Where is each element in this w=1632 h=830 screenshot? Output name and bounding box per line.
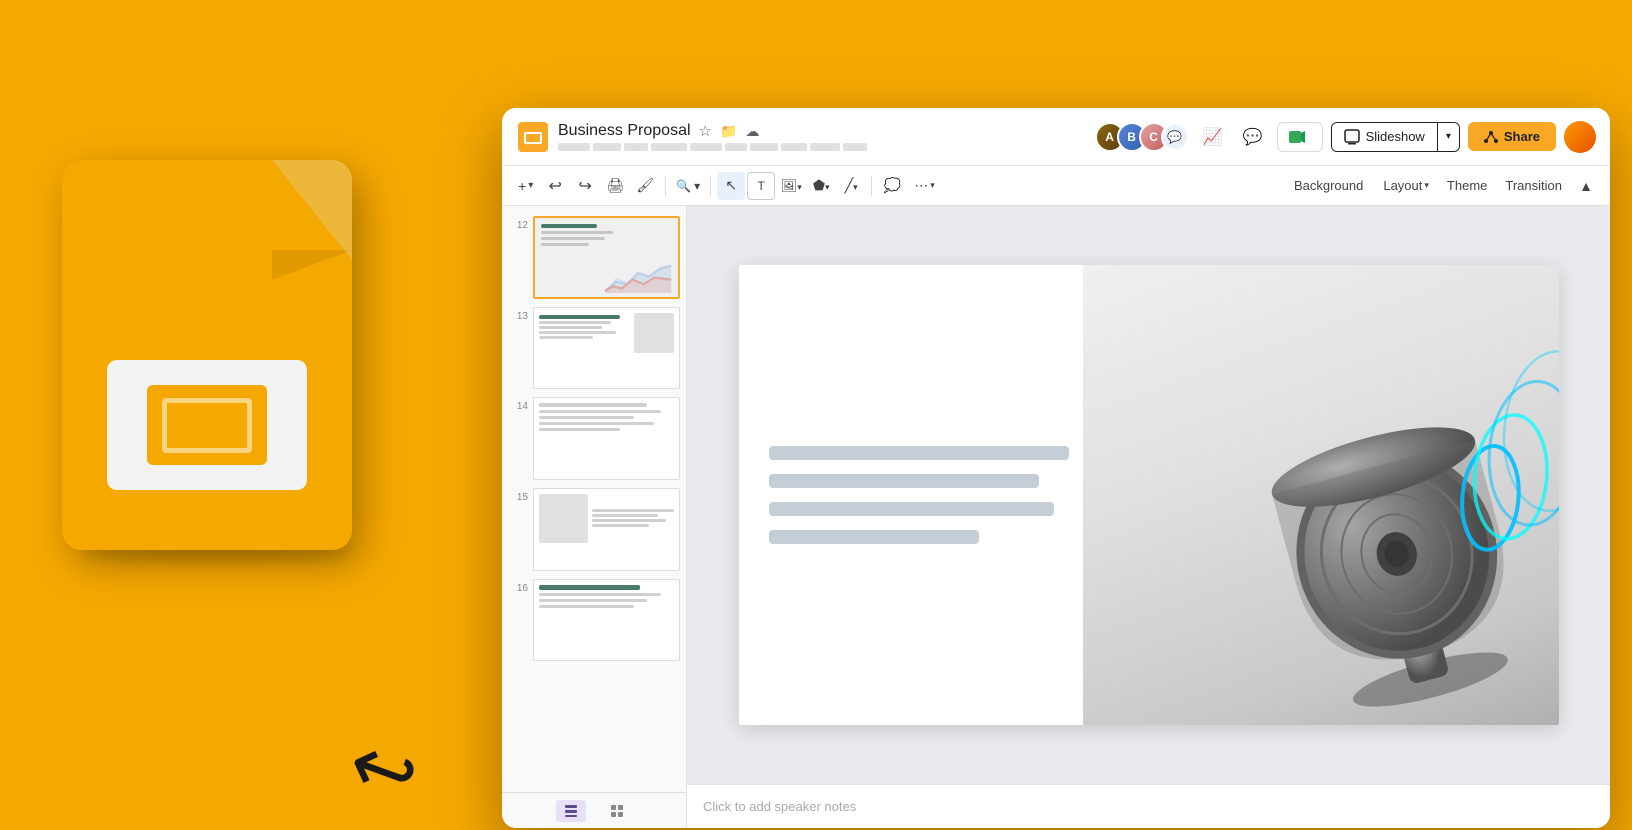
slideshow-dropdown-button[interactable]: ▾ — [1437, 123, 1459, 151]
meet-icon — [1288, 128, 1306, 146]
slides-list: 12 — [502, 206, 686, 792]
slide-thumbnail-13[interactable] — [533, 307, 680, 390]
slideshow-label: Slideshow — [1366, 129, 1425, 144]
avatars-group: A B C 💬 — [1095, 122, 1189, 152]
profile-avatar[interactable] — [1564, 121, 1596, 153]
slide-image-area — [1083, 265, 1559, 725]
slide-line-1 — [769, 446, 1070, 460]
undo-button[interactable]: ↩ — [541, 172, 569, 200]
zoom-control[interactable]: 🔍▾ — [672, 179, 704, 193]
title-actions: A B C 💬 📈 💬 — [1095, 121, 1596, 153]
paintformat-button[interactable]: 🖌 — [631, 172, 659, 200]
slide-number-16: 16 — [508, 579, 528, 594]
cursor-tool[interactable]: ↖ — [717, 172, 745, 200]
toolbar-separator-2 — [710, 176, 711, 196]
slide-number-15: 15 — [508, 488, 528, 503]
slideshow-main-button[interactable]: Slideshow — [1332, 123, 1437, 151]
main-content: 12 — [502, 206, 1610, 828]
share-icon — [1484, 130, 1498, 144]
redo-button[interactable]: ↪ — [571, 172, 599, 200]
textbox-tool[interactable]: T — [747, 172, 775, 200]
slide-thumb-12[interactable]: 12 — [502, 212, 686, 303]
share-button[interactable]: Share — [1468, 122, 1556, 151]
canvas-scroll-area — [687, 206, 1610, 784]
list-view-tab[interactable] — [556, 800, 586, 822]
slide-thumb-13[interactable]: 13 — [502, 303, 686, 394]
slide-thumbnail-15[interactable] — [533, 488, 680, 571]
slide-canvas[interactable] — [739, 265, 1559, 725]
collapse-toolbar-button[interactable]: ▲ — [1572, 172, 1600, 200]
menu-bar — [558, 143, 1087, 151]
meet-button[interactable] — [1277, 122, 1323, 152]
line-tool[interactable]: ╱▾ — [837, 172, 865, 200]
folder-icon[interactable]: 📁 — [720, 123, 737, 140]
slides-logo — [516, 120, 550, 154]
background-button[interactable]: Background — [1284, 174, 1373, 197]
slide-thumb-14[interactable]: 14 — [502, 393, 686, 484]
slide-number-13: 13 — [508, 307, 528, 322]
layout-label: Layout — [1383, 178, 1422, 193]
trend-button[interactable]: 📈 — [1197, 121, 1229, 153]
slideshow-button-group: Slideshow ▾ — [1331, 122, 1460, 152]
slide-line-4 — [769, 530, 980, 544]
title-bar: Business Proposal ☆ 📁 ☁ A — [502, 108, 1610, 166]
print-button[interactable]: 🖨 — [601, 172, 629, 200]
add-comment-button[interactable]: 💭 — [878, 172, 906, 200]
shapes-tool[interactable]: ⬟▾ — [807, 172, 835, 200]
grid-view-icon — [610, 804, 624, 818]
canvas-area: Click to add speaker notes — [687, 206, 1610, 828]
comment-button[interactable]: 💬 — [1237, 121, 1269, 153]
speaker-notes-bar[interactable]: Click to add speaker notes — [687, 784, 1610, 828]
image-tool[interactable]: 🖼▾ — [777, 172, 805, 200]
app-icon-container — [62, 130, 372, 550]
slide-thumbnail-14[interactable] — [533, 397, 680, 480]
theme-button[interactable]: Theme — [1439, 174, 1495, 197]
more-button[interactable]: ⋯▾ — [908, 172, 941, 200]
cloud-icon[interactable]: ☁ — [745, 123, 759, 140]
slide-number-12: 12 — [508, 216, 528, 231]
share-label: Share — [1504, 129, 1540, 144]
toolbar: +▾ ↩ ↪ 🖨 🖌 🔍▾ ↖ T 🖼▾ ⬟▾ ╱▾ 💭 ⋯▾ — [502, 166, 1610, 206]
grid-view-tab[interactable] — [602, 800, 632, 822]
zoom-value: ▾ — [694, 179, 700, 193]
slide-number-14: 14 — [508, 397, 528, 412]
slide-line-2 — [769, 474, 1040, 488]
slideshow-icon — [1344, 129, 1360, 145]
slide-line-3 — [769, 502, 1055, 516]
list-view-icon — [564, 804, 578, 818]
toolbar-separator-1 — [665, 176, 666, 196]
transition-button[interactable]: Transition — [1497, 174, 1570, 197]
slide-thumb-16[interactable]: 16 — [502, 575, 686, 666]
layout-button[interactable]: Layout▾ — [1375, 174, 1437, 197]
add-button[interactable]: +▾ — [512, 172, 539, 200]
speaker-notes-text: Click to add speaker notes — [703, 799, 856, 814]
star-icon[interactable]: ☆ — [699, 122, 712, 140]
slides-view-tabs — [502, 792, 686, 828]
slide-thumbnail-12[interactable] — [533, 216, 680, 299]
slide-thumb-15[interactable]: 15 — [502, 484, 686, 575]
avatar-chat[interactable]: 💬 — [1161, 123, 1189, 151]
slide-text-content — [739, 265, 1100, 725]
toolbar-separator-3 — [871, 176, 872, 196]
slide-thumbnail-16[interactable] — [533, 579, 680, 662]
slides-panel-wrapper: 12 — [502, 206, 687, 828]
app-window: Business Proposal ☆ 📁 ☁ A — [502, 108, 1610, 828]
doc-title: Business Proposal — [558, 122, 691, 140]
speaker-illustration — [1199, 315, 1559, 725]
